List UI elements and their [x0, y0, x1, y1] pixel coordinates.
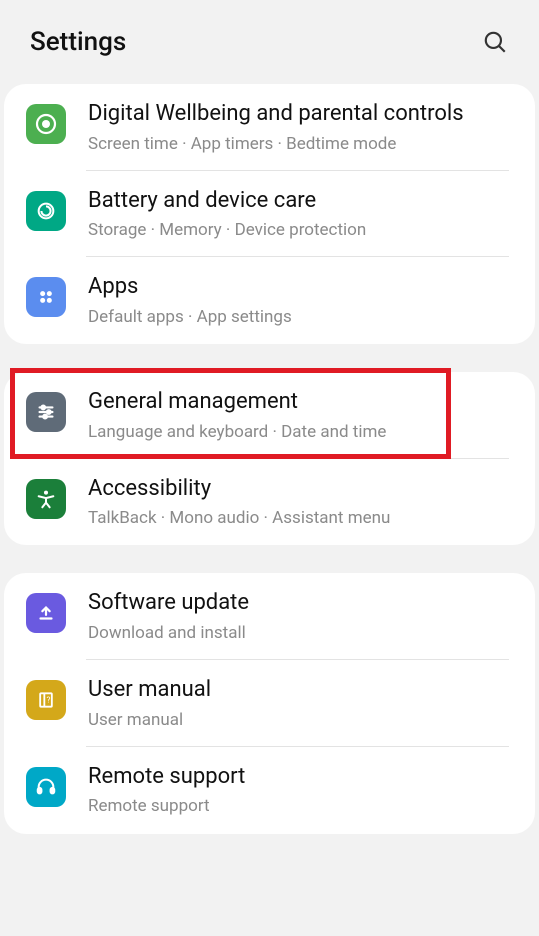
search-button[interactable] [479, 26, 511, 58]
settings-header: Settings [0, 0, 539, 84]
item-text: General management Language and keyboard… [88, 388, 519, 443]
item-text: User manual User manual [88, 676, 519, 731]
item-subtitle: Language and keyboard · Date and time [88, 421, 519, 443]
item-title: General management [88, 388, 519, 417]
item-subtitle: Remote support [88, 795, 519, 817]
heart-circle-icon [26, 104, 66, 144]
settings-item-accessibility[interactable]: Accessibility TalkBack · Mono audio · As… [4, 459, 535, 546]
item-title: Digital Wellbeing and parental controls [88, 100, 519, 129]
item-title: Software update [88, 589, 519, 618]
sliders-icon [26, 392, 66, 432]
apps-grid-icon [26, 277, 66, 317]
item-title: Apps [88, 273, 519, 302]
settings-item-battery-device-care[interactable]: Battery and device care Storage · Memory… [4, 171, 535, 258]
item-text: Accessibility TalkBack · Mono audio · As… [88, 475, 519, 530]
svg-text:?: ? [47, 696, 51, 706]
item-subtitle: User manual [88, 709, 519, 731]
settings-item-user-manual[interactable]: ? User manual User manual [4, 660, 535, 747]
item-subtitle: Download and install [88, 622, 519, 644]
accessibility-icon [26, 479, 66, 519]
headset-icon [26, 767, 66, 807]
page-title: Settings [30, 27, 126, 57]
item-text: Software update Download and install [88, 589, 519, 644]
item-text: Digital Wellbeing and parental controls … [88, 100, 519, 155]
item-subtitle: Default apps · App settings [88, 306, 519, 328]
settings-group-1: Digital Wellbeing and parental controls … [4, 84, 535, 344]
settings-item-software-update[interactable]: Software update Download and install [4, 573, 535, 660]
item-subtitle: Storage · Memory · Device protection [88, 219, 519, 241]
item-text: Apps Default apps · App settings [88, 273, 519, 328]
item-title: Battery and device care [88, 187, 519, 216]
settings-group-2: General management Language and keyboard… [4, 372, 535, 545]
item-text: Remote support Remote support [88, 763, 519, 818]
item-subtitle: TalkBack · Mono audio · Assistant menu [88, 507, 519, 529]
settings-item-remote-support[interactable]: Remote support Remote support [4, 747, 535, 834]
settings-group-3: Software update Download and install ? U… [4, 573, 535, 833]
update-icon [26, 593, 66, 633]
item-title: User manual [88, 676, 519, 705]
item-title: Remote support [88, 763, 519, 792]
item-title: Accessibility [88, 475, 519, 504]
item-subtitle: Screen time · App timers · Bedtime mode [88, 133, 519, 155]
item-text: Battery and device care Storage · Memory… [88, 187, 519, 242]
settings-item-digital-wellbeing[interactable]: Digital Wellbeing and parental controls … [4, 84, 535, 171]
manual-icon: ? [26, 680, 66, 720]
settings-item-apps[interactable]: Apps Default apps · App settings [4, 257, 535, 344]
device-care-icon [26, 191, 66, 231]
search-icon [482, 29, 508, 55]
settings-item-general-management[interactable]: General management Language and keyboard… [4, 372, 535, 459]
